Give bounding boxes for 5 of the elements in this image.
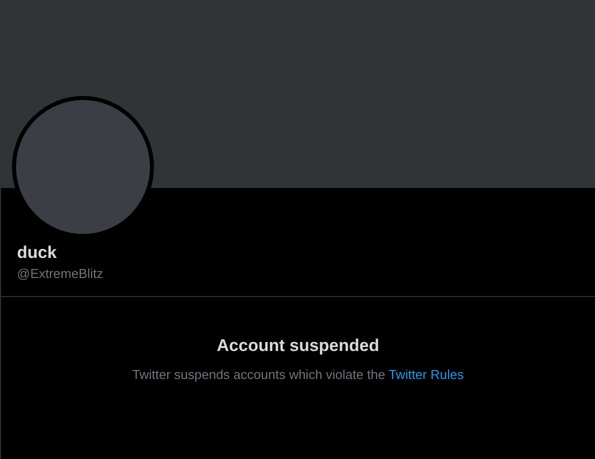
rules-link[interactable]: Twitter Rules <box>388 367 464 382</box>
suspended-title: Account suspended <box>216 335 380 357</box>
suspension-message: Twitter suspends accounts which violate the Twitter Rules <box>132 367 464 382</box>
profile-name: duck <box>17 242 58 264</box>
profile-handle: @ExtremeBlitz <box>17 265 104 283</box>
